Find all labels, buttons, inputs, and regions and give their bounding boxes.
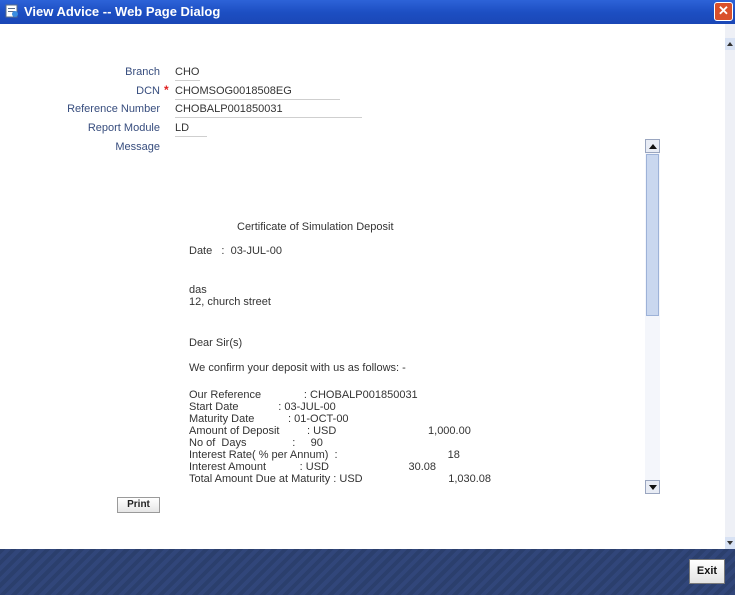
message-scroll-up-button[interactable] xyxy=(645,139,660,153)
exit-button[interactable]: Exit xyxy=(689,559,725,584)
page-scrollbar[interactable] xyxy=(725,24,735,549)
report-module-label: Report Module xyxy=(87,122,160,134)
message-line: Interest Rate( % per Annum) : 18 xyxy=(189,449,460,461)
message-line: das xyxy=(189,284,207,296)
message-line: Certificate of Simulation Deposit xyxy=(237,221,394,233)
required-marker: * xyxy=(164,83,169,97)
message-scroll-down-button[interactable] xyxy=(645,480,660,494)
message-line: Interest Amount : USD 30.08 xyxy=(189,461,436,473)
close-button[interactable]: ✕ xyxy=(714,2,733,21)
message-textarea[interactable]: Certificate of Simulation Deposit Date :… xyxy=(175,139,660,494)
scroll-down-button[interactable] xyxy=(725,537,735,549)
branch-label: Branch xyxy=(125,66,160,78)
scroll-up-button[interactable] xyxy=(725,38,735,50)
message-line: Maturity Date : 01-OCT-00 xyxy=(189,413,349,425)
branch-field[interactable]: CHO xyxy=(175,66,200,81)
ie-page-icon xyxy=(5,4,18,18)
reference-number-field[interactable]: CHOBALP001850031 xyxy=(175,103,362,118)
footer-bar xyxy=(0,549,735,595)
message-line: Dear Sir(s) xyxy=(189,337,243,349)
message-line: Total Amount Due at Maturity : USD 1,030… xyxy=(189,473,492,485)
message-line: Our Reference : CHOBALP001850031 xyxy=(189,389,418,401)
print-button[interactable]: Print xyxy=(117,497,160,513)
message-label: Message xyxy=(115,141,160,153)
dcn-label: DCN xyxy=(136,85,160,97)
message-line: Date : 03-JUL-00 xyxy=(189,245,282,257)
title-bar: View Advice -- Web Page Dialog ✕ xyxy=(0,0,735,24)
reference-number-label: Reference Number xyxy=(67,103,160,115)
report-module-field[interactable]: LD xyxy=(175,122,207,137)
message-scrollbar[interactable] xyxy=(645,139,660,494)
message-line: Amount of Deposit : USD 1,000.00 xyxy=(189,425,471,437)
message-scroll-thumb[interactable] xyxy=(646,154,659,316)
message-line: We confirm your deposit with us as follo… xyxy=(189,362,406,374)
arrow-up-icon xyxy=(649,144,657,149)
window-title: View Advice -- Web Page Dialog xyxy=(24,4,221,19)
dcn-field[interactable]: CHOMSOG0018508EG xyxy=(175,85,340,100)
message-line: No of Days : 90 xyxy=(189,437,323,449)
message-line: Start Date : 03-JUL-00 xyxy=(189,401,336,413)
arrow-down-icon xyxy=(649,485,657,490)
message-line: 12, church street xyxy=(189,296,271,308)
